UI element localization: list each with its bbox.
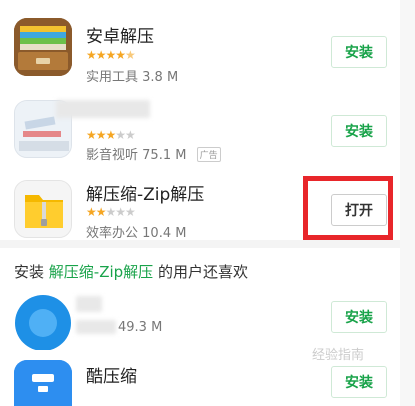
scroll-edge (400, 0, 415, 406)
rating-stars: ★★★★★ (86, 205, 136, 219)
ad-badge: 广告 (196, 147, 221, 162)
install-button[interactable]: 安装 (331, 366, 387, 398)
archive-drawer-icon (14, 18, 72, 76)
app-category: 影音视听 (86, 148, 139, 163)
app-meta: 效率办公 10.4 M (86, 222, 186, 241)
app-size: 10.4 M (142, 226, 187, 241)
app-name: 安卓解压 (86, 27, 154, 47)
blurred-meta (76, 320, 116, 334)
app-meta: 影音视听 75.1 M 广告 (86, 144, 221, 163)
rating-stars: ★★★★★ (86, 128, 136, 142)
install-button[interactable]: 安装 (331, 115, 387, 147)
app-meta: 实用工具 3.8 M (86, 66, 178, 85)
app-name: 解压缩-Zip解压 (86, 185, 205, 205)
blurred-blue-app-icon (14, 294, 72, 352)
blurred-app-name (56, 100, 150, 118)
install-button[interactable]: 安装 (331, 36, 387, 68)
red-highlight-box (303, 176, 393, 240)
blurred-app-name (76, 296, 102, 312)
app-size: 3.8 M (142, 70, 179, 85)
list-item-app-2[interactable]: ★★★★★ 影音视听 75.1 M 广告 安装 (0, 92, 400, 171)
zip-folder-icon (14, 180, 72, 238)
app-size: 75.1 M (142, 148, 187, 163)
install-button[interactable]: 安装 (331, 301, 387, 333)
blue-compress-icon (14, 360, 72, 406)
app-category: 实用工具 (86, 70, 139, 85)
rating-stars: ★★★★★ (86, 48, 136, 62)
app-size: 49.3 M (118, 320, 163, 335)
watermark-text: 经验指南 (312, 348, 365, 363)
list-item-app-1[interactable]: 安卓解压 ★★★★★ 实用工具 3.8 M 安装 (0, 0, 400, 93)
recommend-app-name[interactable]: 解压缩-Zip解压 (49, 263, 153, 281)
recommend-heading: 安装 解压缩-Zip解压 的用户还喜欢 (0, 248, 400, 292)
recommend-prefix: 安装 (14, 263, 45, 281)
list-item-recommend-1[interactable]: 49.3 M 安装 (0, 292, 400, 352)
section-separator (0, 240, 400, 248)
app-name: 酷压缩 (86, 367, 137, 387)
app-category: 效率办公 (86, 226, 139, 241)
recommend-suffix: 的用户还喜欢 (157, 263, 248, 281)
